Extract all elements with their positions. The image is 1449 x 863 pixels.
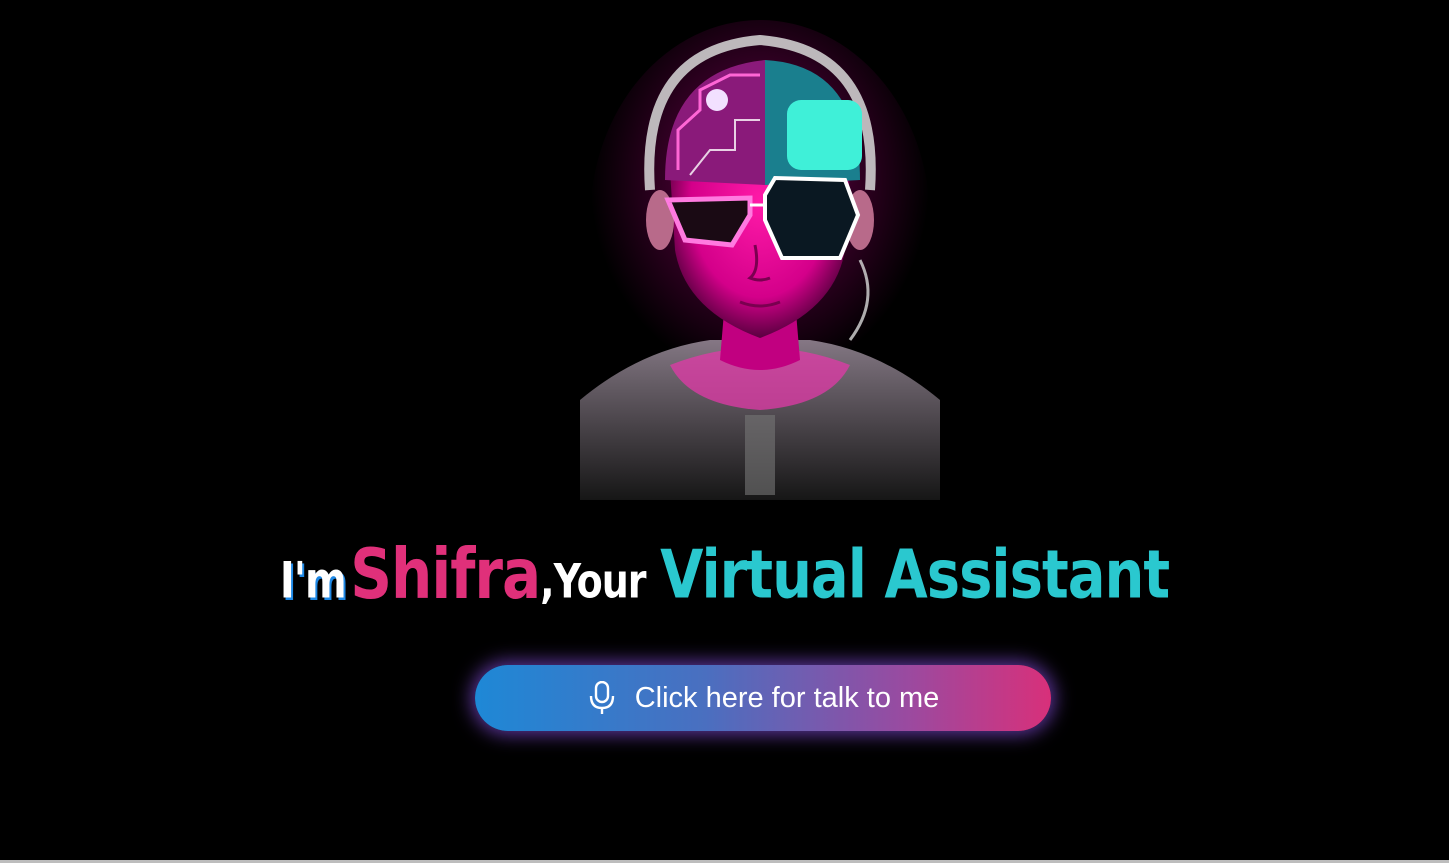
assistant-role: Virtual Assistant bbox=[660, 536, 1170, 615]
talk-to-me-button[interactable]: Click here for talk to me bbox=[475, 665, 1051, 731]
assistant-name: Shifra bbox=[350, 533, 541, 615]
assistant-headline: I'm Shifra,Your Virtual Assistant bbox=[0, 533, 1449, 615]
neon-cyborg-avatar-icon bbox=[580, 20, 940, 500]
app-screen: I'm Shifra,Your Virtual Assistant Click … bbox=[0, 0, 1449, 863]
headline-prefix: I'm bbox=[279, 552, 347, 610]
headline-connector: ,Your bbox=[540, 553, 646, 609]
assistant-avatar-image bbox=[560, 20, 960, 500]
talk-button-label: Click here for talk to me bbox=[634, 681, 940, 714]
microphone-icon bbox=[587, 680, 617, 715]
